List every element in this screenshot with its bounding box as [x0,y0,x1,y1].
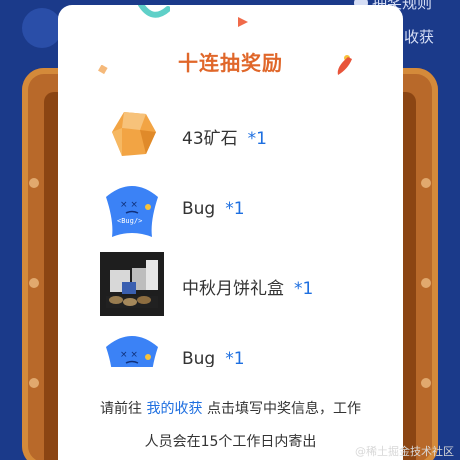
prize-quantity: *1 [294,279,314,299]
watermark: @稀土掘金技术社区 [355,445,454,458]
notice-middle: 点击填写中奖信息，工作 [206,401,361,417]
board-light [29,378,39,388]
prize-quantity: *1 [225,349,245,367]
prize-label: Bug *1 [182,349,245,367]
svg-text:× ×: × × [120,200,138,210]
ore-icon [112,112,156,156]
prize-list: 43矿石 *1 × × <Bug/> Bug *1 中秋月饼礼盒 *1 × × … [58,97,403,367]
reward-modal: 十连抽奖励 43矿石 *1 × × <Bug/> Bug *1 中秋月饼礼盒 *… [58,5,403,460]
prize-row: × × <Bug/> Bug *1 [58,177,403,241]
harvest-link[interactable]: 收获 [404,26,434,47]
my-harvest-link[interactable]: 我的收获 [147,401,203,417]
confetti-ribbon [138,5,170,18]
prize-name: 中秋月饼礼盒 [182,279,284,299]
prize-name: Bug [182,199,216,219]
background-avatar [22,8,62,48]
prize-row: 43矿石 *1 [58,102,403,166]
prize-quantity: *1 [247,129,267,149]
bug-icon: × × <Bug/> [106,186,158,237]
prize-row: 中秋月饼礼盒 *1 [58,252,403,316]
prize-label: 中秋月饼礼盒 *1 [182,274,313,299]
svg-text:× ×: × × [120,350,138,360]
claim-notice: 请前往 我的收获 点击填写中奖信息，工作 人员会在15个工作日内寄出 [72,393,389,459]
bug-icon: × × [106,336,158,367]
prize-name: Bug [182,349,216,367]
board-light [29,278,39,288]
notice-line2: 人员会在15个工作日内寄出 [144,434,317,450]
notice-prefix: 请前往 [100,401,143,417]
svg-text:<Bug/>: <Bug/> [117,217,142,225]
modal-title: 十连抽奖励 [178,51,283,75]
prize-quantity: *1 [225,199,245,219]
prize-label: 43矿石 *1 [182,124,267,149]
mooncake-gift-box-icon [100,252,164,316]
prize-label: Bug *1 [182,199,245,219]
confetti-triangle [238,17,248,27]
prize-row: × × Bug *1 [58,327,403,367]
board-light [421,278,431,288]
board-light [29,178,39,188]
board-light [421,378,431,388]
board-light [421,178,431,188]
prize-name: 43矿石 [182,129,238,149]
